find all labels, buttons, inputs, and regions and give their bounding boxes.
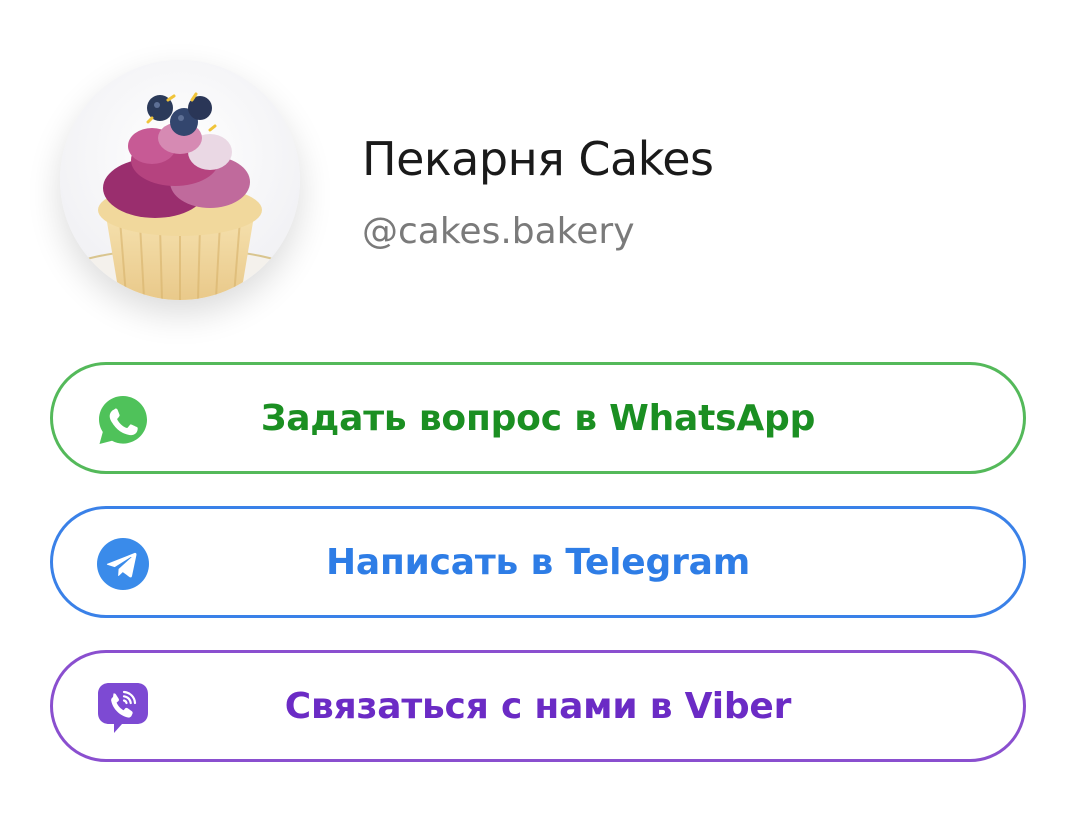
telegram-button-label: Написать в Telegram [325, 541, 751, 583]
cupcake-photo-icon [60, 60, 300, 300]
avatar[interactable] [60, 60, 300, 300]
profile-name: Пекарня Cakes [362, 132, 714, 186]
viber-button[interactable]: Связаться с нами в Viber [50, 650, 1026, 762]
profile-handle[interactable]: @cakes.bakery [362, 210, 635, 254]
whatsapp-button[interactable]: Задать вопрос в WhatsApp [50, 362, 1026, 474]
telegram-button[interactable]: Написать в Telegram [50, 506, 1026, 618]
whatsapp-button-label: Задать вопрос в WhatsApp [260, 397, 816, 439]
profile-header: Пекарня Cakes @cakes.bakery [0, 0, 1080, 340]
viber-button-label: Связаться с нами в Viber [284, 685, 792, 727]
